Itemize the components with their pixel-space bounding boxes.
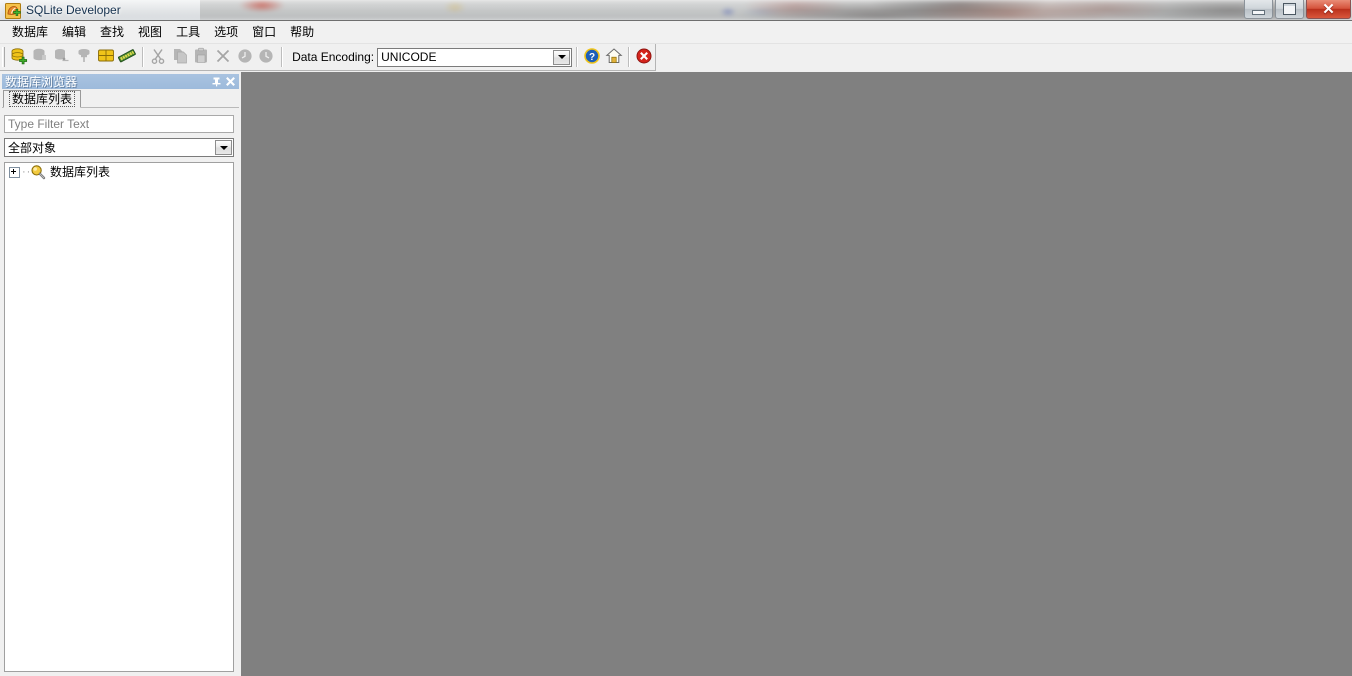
database-close-icon	[53, 47, 71, 68]
home-icon	[605, 47, 623, 68]
open-database-button[interactable]	[30, 46, 52, 69]
database-browser-panel: 数据库浏览器 数据库列表 Type Filter Text 全部对象 · 数据库…	[0, 72, 241, 676]
encoding-value: UNICODE	[381, 50, 437, 64]
delete-button[interactable]	[212, 46, 234, 69]
toolbar-separator-1	[142, 47, 143, 67]
tree-connector: ··	[22, 167, 30, 177]
main-client-area	[241, 72, 1352, 676]
paste-icon	[192, 47, 210, 68]
paste-button[interactable]	[190, 46, 212, 69]
close-x-icon	[214, 47, 232, 68]
expand-plus-icon[interactable]	[9, 166, 20, 178]
menu-bar: 数据库 编辑 查找 视图 工具 选项 窗口 帮助	[0, 21, 1352, 44]
stop-button[interactable]	[633, 46, 655, 69]
pin-icon[interactable]	[209, 75, 223, 89]
toolbar-separator-2	[281, 47, 283, 67]
object-type-value: 全部对象	[8, 140, 57, 155]
scissors-icon	[149, 47, 167, 68]
window-controls: ✕	[1244, 0, 1351, 20]
menu-tools[interactable]: 工具	[169, 22, 207, 43]
application-window: SQLite Developer ✕ 数据库 编辑 查找 视图 工具 选项 窗口…	[0, 0, 1352, 676]
toolbar-separator-3	[576, 47, 578, 67]
chevron-down-icon[interactable]	[553, 49, 571, 65]
undo-button[interactable]	[234, 46, 256, 69]
memory-button[interactable]	[116, 46, 138, 69]
database-add-icon	[10, 47, 28, 68]
minimize-icon	[1252, 9, 1265, 15]
menu-edit[interactable]: 编辑	[55, 22, 93, 43]
tree-node-database-list[interactable]: ·· 数据库列表	[5, 163, 233, 181]
menu-window[interactable]: 窗口	[245, 22, 283, 43]
cut-button[interactable]	[147, 46, 169, 69]
window-title: SQLite Developer	[26, 3, 121, 17]
copy-button[interactable]	[169, 46, 191, 69]
encoding-label: Data Encoding:	[292, 49, 375, 64]
table-button[interactable]	[95, 46, 117, 69]
help-button[interactable]: ?	[581, 46, 603, 69]
home-button[interactable]	[603, 46, 625, 69]
database-attach-icon	[75, 47, 93, 68]
redo-clock-icon	[257, 47, 275, 68]
filter-placeholder: Type Filter Text	[8, 117, 90, 131]
panel-header-buttons	[209, 74, 237, 89]
menu-find[interactable]: 查找	[93, 22, 131, 43]
close-window-button[interactable]: ✕	[1306, 0, 1351, 19]
encoding-combo[interactable]: UNICODE	[377, 47, 573, 67]
object-combo-chevron-down-icon[interactable]	[215, 140, 232, 155]
filter-input[interactable]: Type Filter Text	[4, 115, 234, 133]
svg-text:?: ?	[589, 51, 595, 62]
attach-database-button[interactable]	[73, 46, 95, 69]
tab-database-list[interactable]: 数据库列表	[3, 90, 82, 108]
menu-database[interactable]: 数据库	[5, 22, 55, 43]
undo-clock-icon	[236, 47, 254, 68]
help-question-icon: ?	[583, 47, 601, 68]
panel-title: 数据库浏览器	[5, 74, 78, 89]
main-toolbar: Data Encoding: UNICODE ?	[0, 44, 656, 71]
menu-view[interactable]: 视图	[131, 22, 169, 43]
panel-header: 数据库浏览器	[2, 74, 239, 89]
object-type-combo[interactable]: 全部对象	[4, 138, 234, 157]
copy-icon	[171, 47, 189, 68]
database-search-icon	[30, 164, 46, 180]
database-open-icon	[31, 47, 49, 68]
memory-chip-icon	[118, 47, 137, 68]
panel-tab-strip: 数据库列表	[2, 90, 239, 108]
tree-node-label: 数据库列表	[50, 165, 111, 179]
tab-database-list-label: 数据库列表	[9, 91, 76, 107]
close-database-button[interactable]	[51, 46, 73, 69]
titlebar-glass-overlay	[0, 0, 1352, 20]
menu-options[interactable]: 选项	[207, 22, 245, 43]
title-bar: SQLite Developer ✕	[0, 0, 1352, 21]
restore-icon	[1283, 3, 1296, 15]
toolbar-separator-4	[628, 47, 630, 67]
redo-button[interactable]	[255, 46, 277, 69]
maximize-restore-button[interactable]	[1275, 0, 1304, 19]
database-tree[interactable]: ·· 数据库列表	[4, 162, 234, 672]
error-stop-icon	[635, 47, 653, 68]
new-database-button[interactable]	[8, 46, 30, 69]
table-icon	[97, 47, 115, 68]
minimize-button[interactable]	[1244, 0, 1273, 19]
sqlite-app-icon[interactable]	[5, 3, 21, 19]
toolbar-strip: Data Encoding: UNICODE ?	[0, 44, 1352, 72]
menu-help[interactable]: 帮助	[283, 22, 321, 43]
toolbar-drag-handle[interactable]	[2, 47, 5, 67]
panel-close-icon[interactable]	[223, 75, 237, 89]
close-icon: ✕	[1322, 0, 1335, 18]
